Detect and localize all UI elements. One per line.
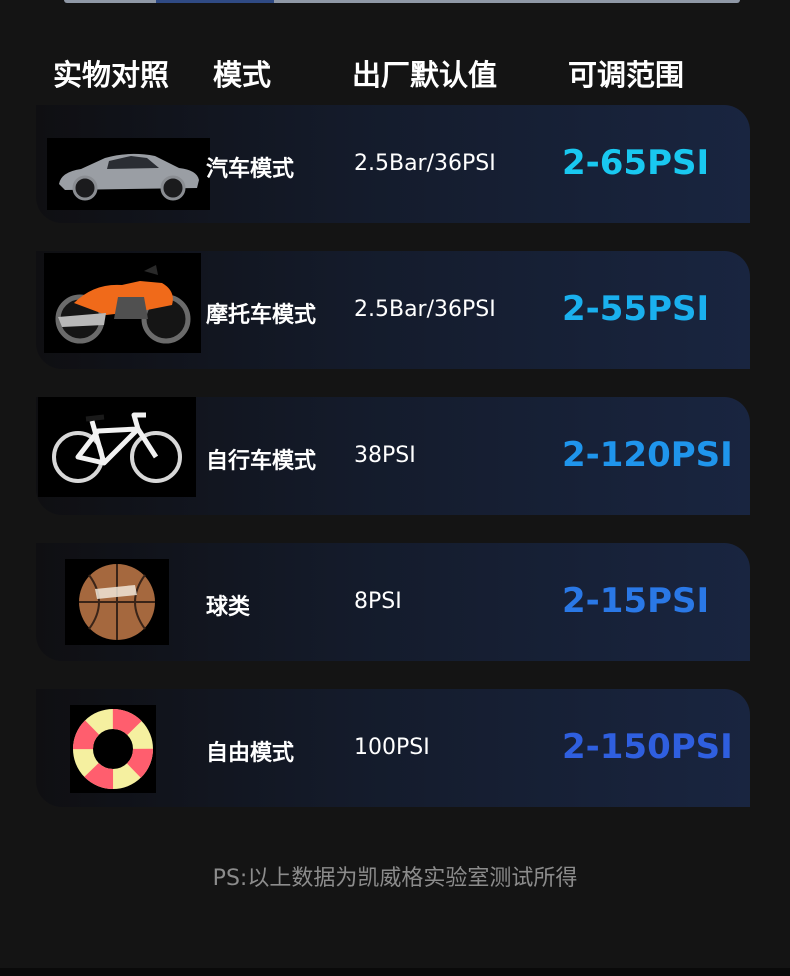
default-value: 38PSI <box>354 443 416 468</box>
top-divider <box>64 0 740 3</box>
header-object: 实物对照 <box>53 58 170 92</box>
footnote: PS:以上数据为凯威格实验室测试所得 <box>212 866 578 891</box>
mode-label: 汽车模式 <box>206 157 295 182</box>
bottom-divider <box>0 968 790 976</box>
header-default: 出厂默认值 <box>352 58 498 92</box>
mode-label: 自行车模式 <box>206 449 317 474</box>
mode-label: 自由模式 <box>206 741 295 766</box>
header-range: 可调范围 <box>568 58 685 92</box>
range-value: 2-120PSI <box>562 435 733 475</box>
basketball-icon <box>65 559 169 645</box>
range-value: 2-65PSI <box>562 143 710 183</box>
table-row: 摩托车模式 2.5Bar/36PSI 2-55PSI <box>36 251 750 369</box>
mode-label: 球类 <box>206 595 251 620</box>
default-value: 100PSI <box>354 735 430 760</box>
default-value: 2.5Bar/36PSI <box>354 151 496 176</box>
swim-ring-icon <box>70 705 156 793</box>
bicycle-icon <box>38 397 196 497</box>
range-value: 2-55PSI <box>562 289 710 329</box>
table-row: 汽车模式 2.5Bar/36PSI 2-65PSI <box>36 105 750 223</box>
range-value: 2-15PSI <box>562 581 710 621</box>
table-row: 球类 8PSI 2-15PSI <box>36 543 750 661</box>
header-mode: 模式 <box>213 58 272 92</box>
mode-label: 摩托车模式 <box>206 303 317 328</box>
motorcycle-icon <box>44 253 201 353</box>
default-value: 8PSI <box>354 589 402 614</box>
default-value: 2.5Bar/36PSI <box>354 297 496 322</box>
range-value: 2-150PSI <box>562 727 733 767</box>
table-header: 实物对照 模式 出厂默认值 可调范围 <box>0 52 790 96</box>
table-row: 自由模式 100PSI 2-150PSI <box>36 689 750 807</box>
car-icon <box>47 138 210 210</box>
table-row: 自行车模式 38PSI 2-120PSI <box>36 397 750 515</box>
